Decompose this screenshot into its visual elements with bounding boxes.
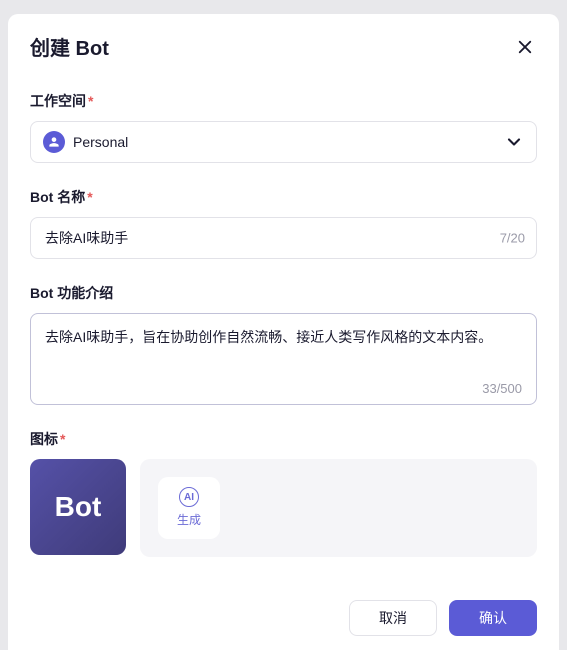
user-icon — [43, 131, 65, 153]
confirm-button[interactable]: 确认 — [449, 600, 537, 636]
ai-icon: AI — [179, 487, 199, 507]
bot-desc-counter: 33/500 — [482, 381, 522, 396]
dialog-title: 创建 Bot — [30, 32, 109, 61]
icon-options-panel: AI 生成 — [140, 459, 537, 557]
dialog-footer: 取消 确认 — [8, 586, 559, 650]
close-button[interactable] — [513, 35, 537, 59]
bot-name-counter: 7/20 — [500, 231, 525, 246]
bot-name-field: Bot 名称* 7/20 — [30, 187, 537, 259]
dialog-body: 工作空间* Personal Bot 名称* 7/20 Bot — [8, 75, 559, 586]
icon-preview[interactable]: Bot — [30, 459, 126, 555]
create-bot-dialog: 创建 Bot 工作空间* Personal — [8, 14, 559, 650]
cancel-button[interactable]: 取消 — [349, 600, 437, 636]
required-mark: * — [87, 189, 92, 205]
generate-label: 生成 — [177, 511, 201, 528]
workspace-field: 工作空间* Personal — [30, 91, 537, 163]
icon-label: 图标* — [30, 429, 537, 449]
generate-icon-button[interactable]: AI 生成 — [158, 477, 220, 539]
dialog-header: 创建 Bot — [8, 14, 559, 75]
bot-name-input[interactable] — [30, 217, 537, 259]
required-mark: * — [88, 93, 93, 109]
workspace-value: Personal — [73, 134, 504, 150]
required-mark: * — [60, 431, 65, 447]
icon-field: 图标* Bot AI 生成 — [30, 429, 537, 557]
workspace-select[interactable]: Personal — [30, 121, 537, 163]
bot-desc-field: Bot 功能介绍 去除AI味助手，旨在协助创作自然流畅、接近人类写作风格的文本内… — [30, 283, 537, 405]
icon-preview-text: Bot — [55, 491, 102, 523]
bot-desc-textarea[interactable]: 去除AI味助手，旨在协助创作自然流畅、接近人类写作风格的文本内容。 — [45, 326, 522, 371]
close-icon — [516, 38, 534, 56]
bot-desc-label: Bot 功能介绍 — [30, 283, 537, 303]
workspace-label: 工作空间* — [30, 91, 537, 111]
chevron-down-icon — [504, 132, 524, 152]
bot-name-label: Bot 名称* — [30, 187, 537, 207]
